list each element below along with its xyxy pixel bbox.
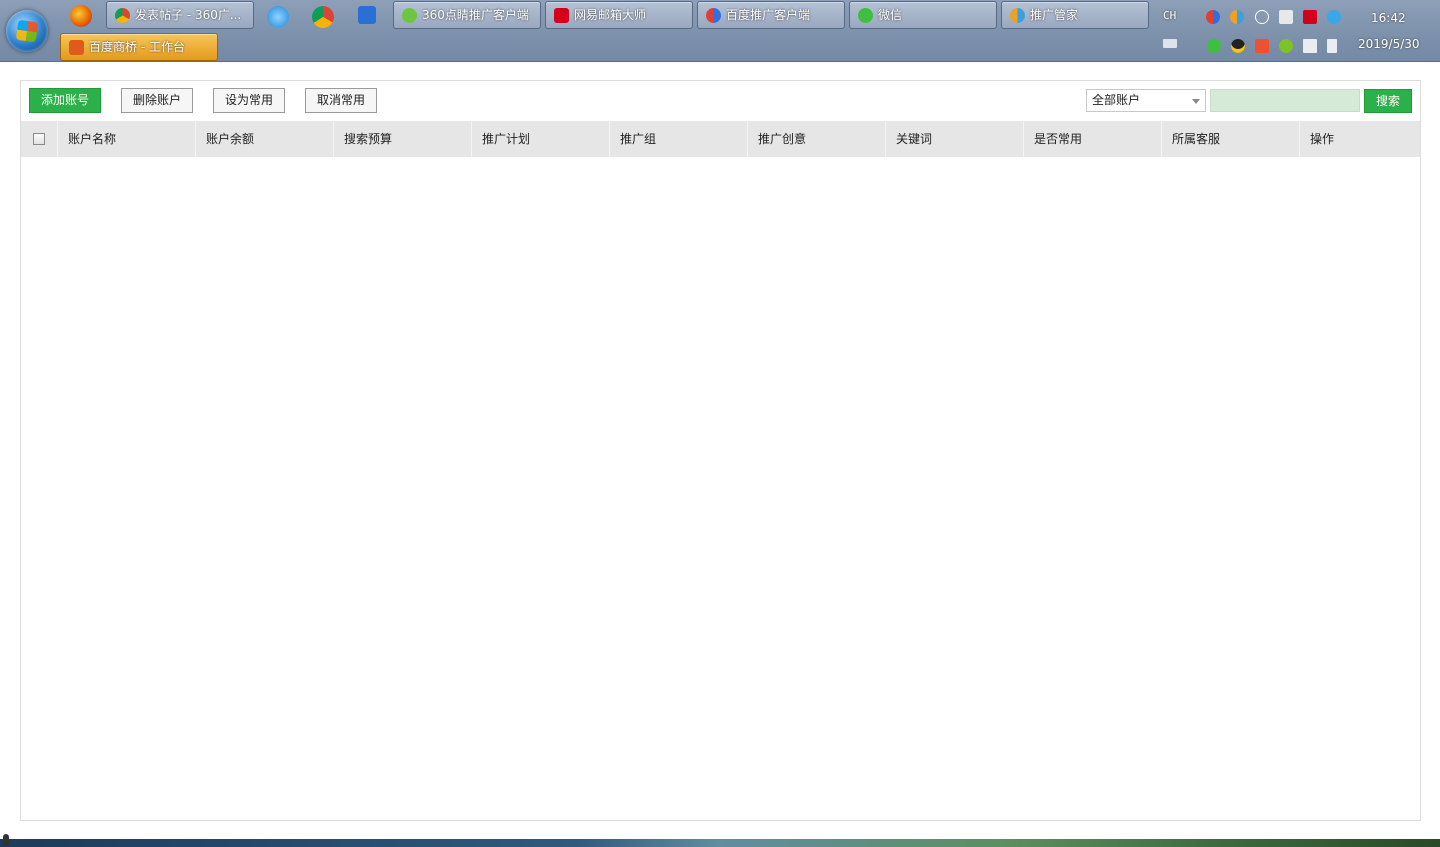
taskbar-window-0[interactable]: 发表帖子 - 360广... <box>106 1 254 29</box>
clock-time[interactable]: 16:42 <box>1371 11 1406 25</box>
wechat-icon <box>858 8 873 23</box>
table-body <box>21 157 1420 820</box>
chrome-icon <box>115 8 130 23</box>
add-account-button[interactable]: 添加账号 <box>29 88 101 113</box>
taskbar-window-2[interactable]: 网易邮箱大师 <box>545 1 693 29</box>
delete-account-button[interactable]: 删除账户 <box>121 88 193 113</box>
promo-manager-icon <box>1010 8 1025 23</box>
taskbar-window-4[interactable]: 微信 <box>849 1 997 29</box>
search-input[interactable] <box>1210 89 1360 112</box>
set-common-button[interactable]: 设为常用 <box>213 88 285 113</box>
column-header[interactable]: 是否常用 <box>1023 121 1161 157</box>
column-header[interactable]: 账户余额 <box>195 121 333 157</box>
circle-tray-icon[interactable] <box>1255 10 1269 24</box>
search-button[interactable]: 搜索 <box>1364 89 1412 113</box>
cancel-common-button[interactable]: 取消常用 <box>305 88 377 113</box>
netease-mail-icon <box>554 8 569 23</box>
ie-icon[interactable] <box>267 6 289 28</box>
qq-browser-tray-icon[interactable] <box>1327 10 1341 24</box>
x-tray-icon[interactable] <box>1255 39 1269 53</box>
shangqiao-tray-icon[interactable] <box>1279 10 1293 24</box>
select-all-cell <box>21 121 57 157</box>
column-header[interactable]: 推广创意 <box>747 121 885 157</box>
baidu-tray-icon[interactable] <box>1206 10 1220 24</box>
table-header: 账户名称 账户余额 搜索预算 推广计划 推广组 推广创意 关键词 是否常用 所属… <box>21 121 1420 157</box>
desktop-wallpaper-strip <box>0 839 1440 847</box>
baidu-shangqiao-icon <box>69 40 84 55</box>
column-header[interactable]: 搜索预算 <box>333 121 471 157</box>
360-dianjing-icon <box>402 8 417 23</box>
baidu-promo-icon <box>706 8 721 23</box>
clock-date[interactable]: 2019/5/30 <box>1358 37 1420 51</box>
start-button[interactable] <box>6 10 48 52</box>
column-header[interactable]: 操作 <box>1299 121 1420 157</box>
column-header[interactable]: 推广计划 <box>471 121 609 157</box>
firefox-icon[interactable] <box>70 5 92 27</box>
maxthon-icon[interactable] <box>358 6 376 24</box>
wechat-tray-icon[interactable] <box>1207 39 1221 53</box>
column-header[interactable]: 推广组 <box>609 121 747 157</box>
volume-icon[interactable] <box>1327 39 1337 53</box>
taskbar-window-1[interactable]: 360点睛推广客户端 <box>393 1 541 29</box>
taskbar-window-6[interactable]: 百度商桥 - 工作台 <box>60 33 218 61</box>
column-header[interactable]: 账户名称 <box>57 121 195 157</box>
qq-tray-icon[interactable] <box>1231 39 1245 53</box>
account-filter-select[interactable]: 全部账户 <box>1086 89 1206 112</box>
chrome-pinned-icon[interactable] <box>312 6 334 28</box>
account-manager-panel: 添加账号 删除账户 设为常用 取消常用 全部账户 搜索 账户名称 账户余额 搜索… <box>20 80 1421 821</box>
taskbar-window-3[interactable]: 百度推广客户端 <box>697 1 845 29</box>
security-tray-icon[interactable] <box>1279 39 1293 53</box>
chevron-down-icon <box>1192 99 1200 104</box>
column-header[interactable]: 所属客服 <box>1161 121 1299 157</box>
network-icon[interactable] <box>1303 39 1317 53</box>
scroll-handle[interactable] <box>3 834 9 846</box>
select-all-checkbox[interactable] <box>33 133 45 145</box>
promo-manager-tray-icon[interactable] <box>1230 10 1244 24</box>
taskbar-window-5[interactable]: 推广管家 <box>1001 1 1149 29</box>
keyboard-icon[interactable] <box>1163 39 1177 48</box>
netease-mail-tray-icon[interactable] <box>1303 10 1317 24</box>
show-hidden-icons-icon[interactable] <box>1187 33 1195 51</box>
input-language-indicator[interactable]: CH <box>1163 9 1176 22</box>
column-header[interactable]: 关键词 <box>885 121 1023 157</box>
taskbar: 发表帖子 - 360广... 360点睛推广客户端 网易邮箱大师 百度推广客户端… <box>0 0 1440 62</box>
account-filter-value: 全部账户 <box>1092 93 1141 107</box>
